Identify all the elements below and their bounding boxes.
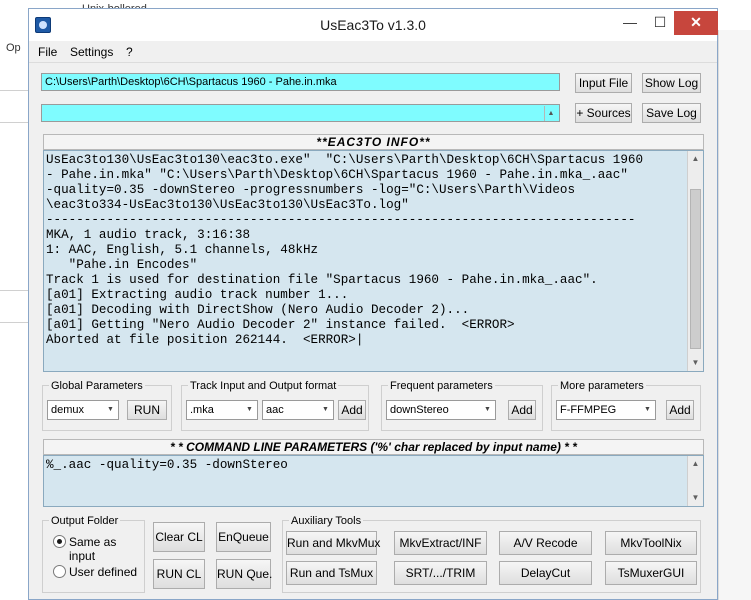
frequent-parameters-label: Frequent parameters bbox=[388, 380, 495, 392]
add-sources-button[interactable]: + Sources bbox=[575, 103, 632, 123]
track-input-value: .mka bbox=[190, 404, 214, 416]
show-log-button[interactable]: Show Log bbox=[642, 73, 701, 93]
dropdown-arrow-icon[interactable]: ▼ bbox=[318, 401, 333, 419]
useac3to-window: UsEac3To v1.3.0 — ☐ ✕ File Settings ? C:… bbox=[28, 8, 718, 600]
log-line: - Pahe.in.mka" "C:\Users\Parth\Desktop\6… bbox=[46, 168, 628, 182]
same-as-input-radio[interactable] bbox=[53, 535, 66, 548]
run-cl-button[interactable]: RUN CL bbox=[153, 559, 205, 589]
scroll-up-icon[interactable]: ▲ bbox=[688, 456, 703, 472]
log-line: 1: AAC, English, 5.1 channels, 48kHz bbox=[46, 243, 319, 257]
output-folder-group: Output Folder Same as input User defined bbox=[42, 515, 145, 593]
close-button[interactable]: ✕ bbox=[674, 11, 718, 35]
maximize-button[interactable]: ☐ bbox=[645, 11, 675, 35]
eac3to-log[interactable]: UsEac3to130\UsEac3to130\eac3to.exe" "C:\… bbox=[43, 150, 704, 372]
srt-trim-button[interactable]: SRT/.../TRIM bbox=[394, 561, 487, 585]
log-line: [a01] Getting "Nero Audio Decoder 2" ins… bbox=[46, 318, 515, 332]
log-line: [a01] Decoding with DirectShow (Nero Aud… bbox=[46, 303, 470, 317]
menu-help[interactable]: ? bbox=[126, 45, 133, 59]
more-parameters-combo[interactable]: F-FFMPEG ▼ bbox=[556, 400, 656, 420]
track-output-combo[interactable]: aac ▼ bbox=[262, 400, 334, 420]
scroll-up-icon[interactable]: ▲ bbox=[688, 151, 703, 167]
enqueue-button[interactable]: EnQueue bbox=[216, 522, 271, 552]
background-divider bbox=[0, 322, 30, 323]
log-line: ----------------------------------------… bbox=[46, 213, 636, 227]
run-and-mkvmux-button[interactable]: Run and MkvMux bbox=[286, 531, 380, 555]
input-file-button[interactable]: Input File bbox=[575, 73, 632, 93]
track-output-value: aac bbox=[266, 404, 284, 416]
track-input-combo[interactable]: .mka ▼ bbox=[186, 400, 258, 420]
global-parameters-label: Global Parameters bbox=[49, 380, 145, 392]
delaycut-button[interactable]: DelayCut bbox=[499, 561, 592, 585]
run-button[interactable]: RUN bbox=[127, 400, 167, 420]
background-panel bbox=[718, 30, 751, 600]
log-scrollbar[interactable]: ▲ ▼ bbox=[687, 151, 703, 371]
dropdown-arrow-icon[interactable]: ▼ bbox=[242, 401, 257, 419]
frequent-add-button[interactable]: Add bbox=[508, 400, 536, 420]
scroll-down-icon[interactable]: ▼ bbox=[688, 355, 703, 371]
mkvtoolnix-button[interactable]: MkvToolNix bbox=[605, 531, 697, 555]
more-parameters-group: More parameters F-FFMPEG ▼ Add bbox=[551, 380, 701, 431]
global-parameters-group: Global Parameters demux ▼ RUN bbox=[42, 380, 172, 431]
frequent-parameters-group: Frequent parameters downStereo ▼ Add bbox=[381, 380, 543, 431]
log-line: -quality=0.35 -downStereo -progressnumbe… bbox=[46, 183, 576, 197]
log-line: Aborted at file position 262144. <ERROR>… bbox=[46, 333, 364, 347]
log-line: "Pahe.in Encodes" bbox=[46, 258, 198, 272]
track-add-button[interactable]: Add bbox=[338, 400, 366, 420]
user-defined-label[interactable]: User defined bbox=[69, 565, 137, 579]
background-divider bbox=[0, 122, 30, 123]
dropdown-arrow-icon[interactable]: ▲ bbox=[544, 106, 557, 121]
log-line: \eac3to334-UsEac3to130\UsEac3to130\UsEac… bbox=[46, 198, 409, 212]
user-defined-radio[interactable] bbox=[53, 565, 66, 578]
log-line: [a01] Extracting audio track number 1... bbox=[46, 288, 349, 302]
save-log-button[interactable]: Save Log bbox=[642, 103, 701, 123]
log-text: UsEac3to130\UsEac3to130\eac3to.exe" "C:\… bbox=[46, 153, 686, 348]
command-line-input[interactable]: %_.aac -quality=0.35 -downStereo ▲ ▼ bbox=[43, 455, 704, 507]
log-line: UsEac3to130\UsEac3to130\eac3to.exe" "C:\… bbox=[46, 153, 644, 167]
run-queue-button[interactable]: RUN Que. bbox=[216, 559, 272, 589]
global-parameters-value: demux bbox=[51, 404, 85, 416]
more-parameters-label: More parameters bbox=[558, 380, 646, 392]
more-parameters-value: F-FFMPEG bbox=[560, 404, 617, 416]
command-line-header: * * COMMAND LINE PARAMETERS ('%' char re… bbox=[43, 439, 704, 455]
dropdown-arrow-icon[interactable]: ▼ bbox=[640, 401, 655, 419]
scroll-down-icon[interactable]: ▼ bbox=[688, 490, 703, 506]
clear-cl-button[interactable]: Clear CL bbox=[153, 522, 205, 552]
background-partial-text: Op bbox=[6, 42, 21, 54]
mkvextract-inf-button[interactable]: MkvExtract/INF bbox=[394, 531, 487, 555]
sources-combo[interactable]: ▲ bbox=[41, 104, 560, 122]
tsmuxergui-button[interactable]: TsMuxerGUI bbox=[605, 561, 697, 585]
track-format-label: Track Input and Output format bbox=[188, 380, 339, 392]
frequent-parameters-combo[interactable]: downStereo ▼ bbox=[386, 400, 496, 420]
av-recode-button[interactable]: A/V Recode bbox=[499, 531, 592, 555]
more-add-button[interactable]: Add bbox=[666, 400, 694, 420]
background-divider bbox=[0, 290, 30, 291]
global-parameters-combo[interactable]: demux ▼ bbox=[47, 400, 119, 420]
menu-bar: File Settings ? bbox=[29, 41, 717, 63]
command-scrollbar[interactable]: ▲ ▼ bbox=[687, 456, 703, 506]
same-as-input-label[interactable]: Same as input bbox=[69, 535, 144, 563]
eac3to-info-header: **EAC3TO INFO** bbox=[43, 134, 704, 150]
log-line: MKA, 1 audio track, 3:16:38 bbox=[46, 228, 251, 242]
title-bar[interactable]: UsEac3To v1.3.0 — ☐ ✕ bbox=[29, 9, 718, 41]
dropdown-arrow-icon[interactable]: ▼ bbox=[103, 401, 118, 419]
background-divider bbox=[0, 90, 30, 91]
output-folder-label: Output Folder bbox=[49, 515, 121, 527]
track-format-group: Track Input and Output format .mka ▼ aac… bbox=[181, 380, 369, 431]
dropdown-arrow-icon[interactable]: ▼ bbox=[480, 401, 495, 419]
log-line: Track 1 is used for destination file "Sp… bbox=[46, 273, 598, 287]
frequent-parameters-value: downStereo bbox=[390, 404, 449, 416]
auxiliary-tools-group: Auxiliary Tools Run and MkvMux MkvExtrac… bbox=[282, 515, 701, 593]
menu-file[interactable]: File bbox=[38, 45, 57, 59]
menu-settings[interactable]: Settings bbox=[70, 45, 113, 59]
run-and-tsmux-button[interactable]: Run and TsMux bbox=[286, 561, 377, 585]
auxiliary-tools-label: Auxiliary Tools bbox=[289, 515, 364, 527]
scroll-thumb[interactable] bbox=[690, 189, 701, 349]
window-title: UsEac3To v1.3.0 bbox=[320, 17, 426, 33]
minimize-button[interactable]: — bbox=[615, 11, 645, 35]
command-line-text: %_.aac -quality=0.35 -downStereo bbox=[46, 458, 288, 472]
input-file-path[interactable]: C:\Users\Parth\Desktop\6CH\Spartacus 196… bbox=[41, 73, 560, 91]
